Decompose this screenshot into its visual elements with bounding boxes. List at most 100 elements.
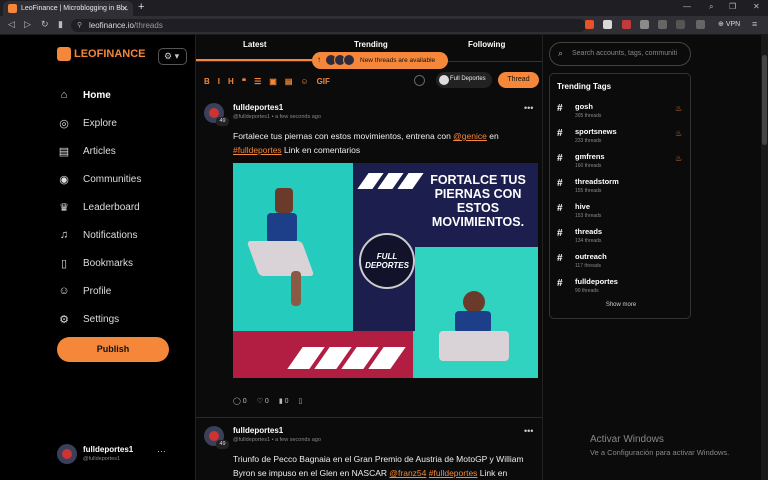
thread-button[interactable]: Thread [498, 72, 539, 88]
back-icon[interactable]: ◁ [8, 19, 15, 30]
bookmark-button[interactable]: ▯ [299, 397, 303, 405]
vote-button[interactable]: ▮ 0 [279, 397, 289, 405]
list-icon[interactable]: ☰ [254, 77, 261, 86]
rewards-icon[interactable] [603, 20, 612, 29]
trend-item[interactable]: # gosh 305 threads ♨ [557, 102, 685, 124]
search-input[interactable]: ⌕ Search accounts, tags, communiti [549, 42, 691, 66]
settings-dropdown-button[interactable]: ⚙ ▾ [158, 48, 187, 65]
trend-item[interactable]: # outreach 117 threads [557, 252, 685, 274]
globe-icon: ◉ [59, 173, 69, 186]
minimize-icon[interactable]: — [683, 2, 691, 11]
close-tab-icon[interactable]: ✕ [121, 4, 128, 13]
menu-icon[interactable]: ≡ [752, 19, 757, 29]
browser-tab[interactable]: LeoFinance | Microblogging in Bl... ✕ [3, 1, 133, 16]
post-more-icon[interactable]: ••• [524, 426, 533, 436]
sidebar-item-explore[interactable]: ◎ Explore [57, 113, 117, 133]
hashtag-icon: # [557, 253, 563, 264]
image-icon[interactable]: ▣ [269, 77, 277, 86]
trend-item[interactable]: # threads 134 threads [557, 227, 685, 249]
mention-link[interactable]: @franz54 [389, 468, 426, 478]
active-tab-indicator [196, 59, 312, 61]
trend-item[interactable]: # threadstorm 155 threads [557, 177, 685, 199]
extension-icon[interactable] [622, 20, 631, 29]
sidebar-item-settings[interactable]: ⚙ Settings [57, 309, 119, 329]
wallet-icon[interactable] [696, 20, 705, 29]
comment-button[interactable]: ◯ 0 [233, 397, 247, 405]
reputation-badge: 49 [216, 117, 229, 126]
gif-icon[interactable]: GIF [317, 77, 330, 86]
image-title: FORTALCE TUS PIERNAS CON ESTOS MOVIMIENT… [430, 173, 526, 229]
sidebar-item-home[interactable]: ⌂ Home [57, 85, 111, 105]
post-author[interactable]: fulldeportes1 [233, 426, 283, 435]
forward-icon[interactable]: ▷ [24, 19, 31, 30]
leofinance-logo[interactable]: LEOFINANCE [57, 47, 146, 61]
sidebar-item-articles[interactable]: ▤ Articles [57, 141, 116, 161]
post-author[interactable]: fulldeportes1 [233, 103, 283, 112]
address-bar[interactable]: ⚲ leofinance.io/threads [71, 19, 586, 32]
scrollbar-thumb[interactable] [762, 55, 767, 145]
bold-icon[interactable]: B [204, 77, 210, 86]
post-more-icon[interactable]: ••• [524, 103, 533, 113]
extensions-icon[interactable] [658, 20, 667, 29]
arrow-up-icon: ↑ [317, 55, 321, 64]
like-button[interactable]: ♡ 0 [257, 397, 269, 405]
post-text: Fortalece tus piernas con estos movimien… [233, 131, 454, 141]
hashtag-link[interactable]: #fulldeportes [233, 145, 282, 155]
new-threads-label: New threads are available [360, 57, 436, 64]
heading-icon[interactable]: H [228, 77, 234, 86]
post-image[interactable]: FORTALCE TUS PIERNAS CON ESTOS MOVIMIENT… [233, 163, 538, 378]
trend-item[interactable]: # gmfrens 160 threads ♨ [557, 152, 685, 174]
post-handle[interactable]: @fulldeportes1 [233, 114, 270, 120]
italic-icon[interactable]: I [218, 77, 220, 86]
windows-activation-watermark: Activar Windows Ve a Configuración para … [590, 434, 729, 457]
mention-link[interactable]: @genice [453, 131, 487, 141]
sidebar-item-leaderboard[interactable]: ♛ Leaderboard [57, 197, 140, 217]
maximize-icon[interactable]: ❐ [729, 2, 736, 11]
brave-shield-icon[interactable] [585, 20, 594, 29]
hashtag-icon: # [557, 178, 563, 189]
close-window-icon[interactable]: ✕ [753, 2, 760, 11]
show-more-link[interactable]: Show more [550, 302, 692, 308]
reload-icon[interactable]: ↻ [41, 19, 49, 30]
fire-icon: ♨ [675, 154, 683, 163]
trend-item[interactable]: # hive 153 threads [557, 202, 685, 224]
post-text: Link en comentarios [281, 145, 361, 155]
tag-name: fulldeportes [575, 277, 618, 286]
athlete-figure [463, 291, 485, 313]
vpn-button[interactable]: ⊕ VPN [718, 20, 740, 28]
new-threads-banner[interactable]: ↑ New threads are available [312, 52, 448, 69]
sidebar-toggle-icon[interactable] [676, 20, 685, 29]
hashtag-link[interactable]: #fulldeportes [429, 468, 478, 478]
articles-icon: ▤ [58, 145, 70, 158]
sidebar-item-notifications[interactable]: ♫ Notifications [57, 225, 138, 245]
more-icon[interactable]: ··· [157, 446, 166, 456]
publish-button[interactable]: Publish [57, 337, 169, 362]
extension-off-icon[interactable] [640, 20, 649, 29]
post-handle[interactable]: @fulldeportes1 [233, 437, 270, 443]
sidebar-item-label: Explore [83, 117, 117, 129]
trend-item[interactable]: # sportsnews 233 threads ♨ [557, 127, 685, 149]
new-tab-icon[interactable]: + [138, 1, 144, 13]
quote-icon[interactable]: ❝ [242, 77, 246, 86]
emoji-icon[interactable]: ☺ [300, 77, 308, 86]
leo-logo-icon [57, 47, 71, 61]
home-icon: ⌂ [60, 89, 68, 101]
bookmark-page-icon[interactable]: ▮ [58, 19, 63, 30]
upload-image-icon[interactable]: ▤ [285, 77, 293, 86]
tab-trending[interactable]: Trending [354, 40, 388, 49]
search-tabs-icon[interactable]: ⌕ [709, 2, 713, 12]
sidebar-item-bookmarks[interactable]: ▯ Bookmarks [57, 253, 133, 273]
sidebar-item-communities[interactable]: ◉ Communities [57, 169, 141, 189]
tab-latest[interactable]: Latest [243, 40, 267, 49]
browser-tabstrip: LeoFinance | Microblogging in Bl... ✕ + … [0, 0, 768, 16]
page-scrollbar[interactable] [761, 35, 768, 480]
tag-name: hive [575, 202, 591, 211]
tab-following[interactable]: Following [468, 40, 505, 49]
community-selector[interactable]: Full Deportes [436, 72, 492, 88]
search-icon: ⌕ [558, 48, 564, 58]
post-text: en [486, 131, 499, 141]
trend-item[interactable]: # fulldeportes 90 threads [557, 277, 685, 299]
search-placeholder: Search accounts, tags, communiti [572, 50, 678, 57]
post-text: Link en [477, 468, 508, 478]
sidebar-item-profile[interactable]: ☺ Profile [57, 281, 111, 301]
